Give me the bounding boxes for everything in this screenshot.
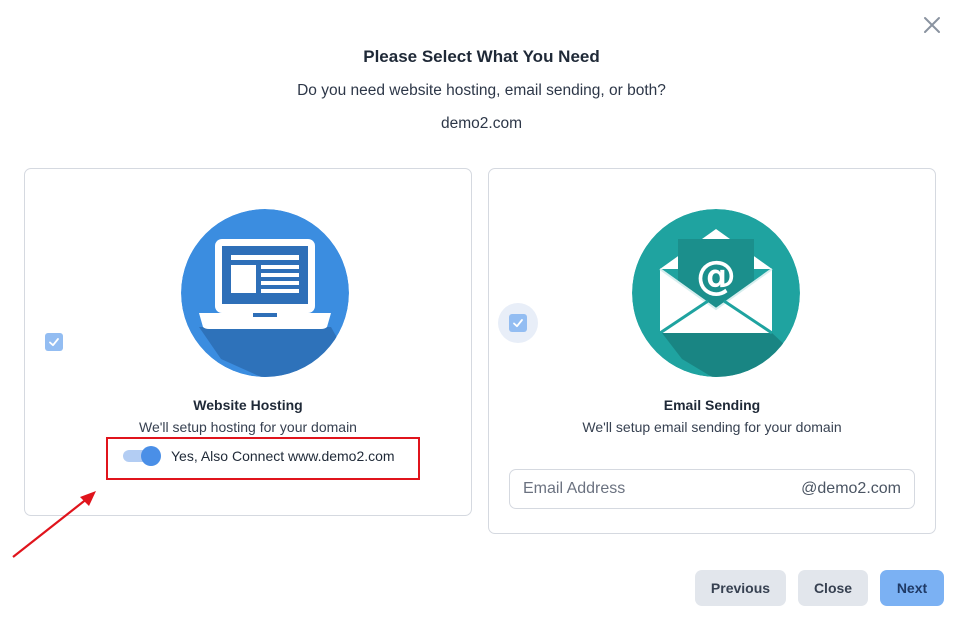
close-icon[interactable] xyxy=(921,14,943,36)
hosting-description: We'll setup hosting for your domain xyxy=(139,419,357,435)
email-sending-card[interactable]: @ Email Sending We'll setup email sendin… xyxy=(488,168,936,534)
hosting-checkbox[interactable] xyxy=(45,333,63,351)
email-checkbox-wrapper xyxy=(498,303,538,343)
close-button[interactable]: Close xyxy=(798,570,868,606)
next-button[interactable]: Next xyxy=(880,570,944,606)
domain-name: demo2.com xyxy=(441,115,522,132)
dialog-title: Please Select What You Need xyxy=(363,47,600,66)
laptop-icon xyxy=(181,209,349,377)
checkmark-icon xyxy=(49,338,59,347)
email-domain-suffix: @demo2.com xyxy=(801,480,901,497)
annotation-highlight-box xyxy=(106,437,420,480)
checkmark-icon xyxy=(513,319,523,328)
dialog-subtitle: Do you need website hosting, email sendi… xyxy=(297,82,666,99)
select-services-modal: Please Select What You Need Do you need … xyxy=(0,0,963,621)
svg-text:@: @ xyxy=(696,253,736,299)
envelope-at-icon: @ xyxy=(632,209,800,377)
previous-button[interactable]: Previous xyxy=(695,570,786,606)
hosting-title: Website Hosting xyxy=(193,397,303,413)
annotation-arrow-icon xyxy=(12,491,96,558)
email-description: We'll setup email sending for your domai… xyxy=(582,419,842,435)
email-address-input[interactable] xyxy=(523,480,763,498)
email-title: Email Sending xyxy=(663,397,761,413)
email-checkbox[interactable] xyxy=(509,314,527,332)
email-address-field[interactable]: @demo2.com xyxy=(509,469,915,509)
